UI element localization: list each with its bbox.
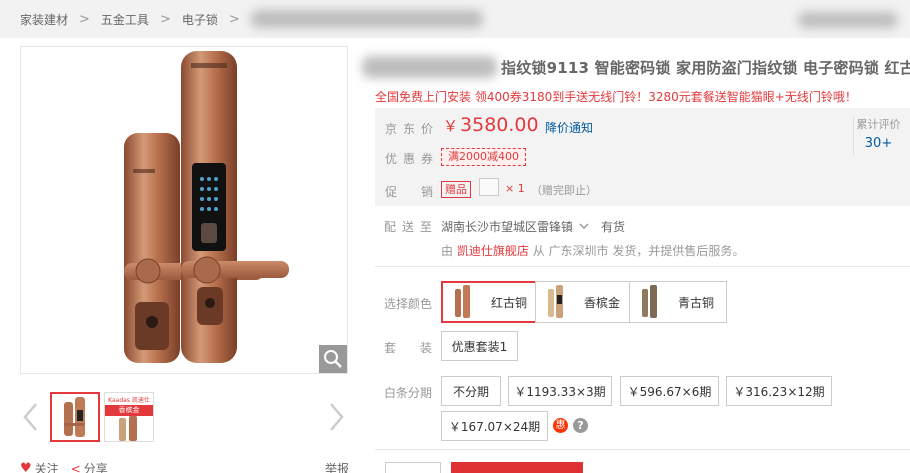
product-title: 指纹锁9113 智能密码锁 家用防盗门指纹锁 电子密码锁 红古铜 xyxy=(501,58,910,77)
review-count: 30+ xyxy=(864,136,893,151)
color-option-red-bronze[interactable]: 红古铜 xyxy=(441,281,542,323)
installment-option-none[interactable]: 不分期 xyxy=(441,376,501,406)
color-thumb xyxy=(634,283,664,321)
heart-icon: ♥ xyxy=(20,461,32,473)
quantity-input[interactable] xyxy=(385,462,441,473)
chevron-left-icon xyxy=(23,403,37,431)
follow-label: 关注 xyxy=(34,462,59,473)
installment-option-12[interactable]: ￥316.23×12期 xyxy=(726,376,832,406)
stock-status: 有货 xyxy=(601,220,626,234)
section-divider xyxy=(375,449,910,450)
promotion-label: 促 销 xyxy=(385,185,440,199)
installment-option-3[interactable]: ￥1193.33×3期 xyxy=(508,376,612,406)
thumbnail-2[interactable]: Kaadas 凯迪仕 香槟金 xyxy=(104,392,154,442)
shop-link[interactable]: 凯迪仕旗舰店 xyxy=(457,244,529,258)
thumbnail-1[interactable] xyxy=(50,392,100,442)
main-product-image[interactable] xyxy=(20,46,348,374)
social-actions: ♥ 关注 < 分享 xyxy=(20,460,108,473)
breadcrumb: 家装建材 > 五金工具 > 电子锁 > xyxy=(0,0,910,38)
thumbnail-prev-button[interactable] xyxy=(20,400,42,434)
color-label: 选择颜色 xyxy=(384,297,433,311)
product-title-row: 指纹锁9113 智能密码锁 家用防盗门指纹锁 电子密码锁 红古铜 xyxy=(362,56,910,78)
zoom-button[interactable] xyxy=(319,345,347,373)
installment-label: 白条分期 xyxy=(384,386,433,400)
breadcrumb-item-electronic-lock[interactable]: 电子锁 xyxy=(182,11,218,28)
help-icon[interactable]: ? xyxy=(573,418,588,433)
color-option-champagne-gold[interactable]: 香槟金 xyxy=(535,281,634,323)
gift-quantity: × 1 xyxy=(505,182,525,195)
section-divider xyxy=(375,266,910,267)
thumbnail-lock-image xyxy=(64,397,85,437)
product-price: ￥ 3580.00 xyxy=(443,114,539,136)
color-option-label: 香槟金 xyxy=(584,295,621,310)
price-label: 京东价 xyxy=(385,122,440,136)
thumbnail-next-button[interactable] xyxy=(325,400,347,434)
promo-text: 全国免费上门安装 领400券3180到手送无线门铃！3280元套餐送智能猫眼+无… xyxy=(375,90,857,104)
breadcrumb-separator: > xyxy=(228,11,240,27)
shipping-prefix: 由 xyxy=(441,244,454,258)
coupon-label: 优惠券 xyxy=(385,152,440,166)
breadcrumb-item-home-building[interactable]: 家装建材 xyxy=(20,11,68,28)
delivery-address: 湖南长沙市望城区雷锋镇 xyxy=(441,220,574,234)
color-option-label: 红古铜 xyxy=(491,295,528,310)
color-option-green-bronze[interactable]: 青古铜 xyxy=(629,281,728,323)
gift-image[interactable] xyxy=(479,178,499,196)
gift-note: （赠完即止） xyxy=(531,184,597,197)
smart-lock-image xyxy=(21,47,347,373)
redacted-shop-info xyxy=(798,12,898,28)
address-selector[interactable]: 湖南长沙市望城区雷锋镇 有货 xyxy=(441,218,625,235)
price-summary: 京东价 ￥ 3580.00 降价通知 累计评价 30+ 优惠券 满2000减400… xyxy=(375,108,910,206)
add-to-cart-button[interactable] xyxy=(451,462,583,473)
chevron-down-icon xyxy=(579,223,589,230)
breadcrumb-separator: > xyxy=(159,11,171,27)
delivery-label: 配送至 xyxy=(384,220,439,234)
thumbnail-2-banner: 香槟金 xyxy=(105,405,153,416)
share-button[interactable]: < 分享 xyxy=(71,460,108,473)
coupon-badge[interactable]: 满2000减400 xyxy=(441,148,526,166)
currency-symbol: ￥ xyxy=(443,117,459,135)
price-notice-link[interactable]: 降价通知 xyxy=(545,119,593,136)
color-thumb xyxy=(540,283,570,321)
redacted-breadcrumb xyxy=(250,10,483,28)
breadcrumb-separator: > xyxy=(79,11,90,27)
magnifier-icon xyxy=(324,350,342,368)
redacted-title-prefix xyxy=(362,56,497,78)
discount-badge-icon[interactable]: 惠 xyxy=(553,418,568,433)
price-value: 3580.00 xyxy=(460,114,539,136)
installment-option-24[interactable]: ￥167.07×24期 xyxy=(441,411,548,441)
chevron-right-icon xyxy=(330,403,344,431)
thumbnail-2-caption: Kaadas 凯迪仕 xyxy=(108,397,150,404)
review-summary[interactable]: 累计评价 30+ xyxy=(853,116,903,156)
review-label: 累计评价 xyxy=(856,118,901,131)
package-option[interactable]: 优惠套装1 xyxy=(441,331,518,361)
follow-button[interactable]: ♥ 关注 xyxy=(20,460,59,473)
shipping-suffix: 从 广东深圳市 发货，并提供售后服务。 xyxy=(532,244,745,258)
share-label: 分享 xyxy=(83,462,108,473)
color-thumb xyxy=(447,283,477,321)
thumbnail-lock-image xyxy=(119,416,137,441)
shipping-info: 由 凯迪仕旗舰店 从 广东深圳市 发货，并提供售后服务。 xyxy=(441,242,744,259)
gift-tag: 赠品 xyxy=(441,181,471,198)
color-option-label: 青古铜 xyxy=(678,295,715,310)
breadcrumb-item-hardware[interactable]: 五金工具 xyxy=(101,11,149,28)
share-icon: < xyxy=(70,461,81,473)
installment-option-6[interactable]: ￥596.67×6期 xyxy=(620,376,719,406)
package-label: 套 装 xyxy=(384,341,433,355)
report-link[interactable]: 举报 xyxy=(325,460,349,473)
